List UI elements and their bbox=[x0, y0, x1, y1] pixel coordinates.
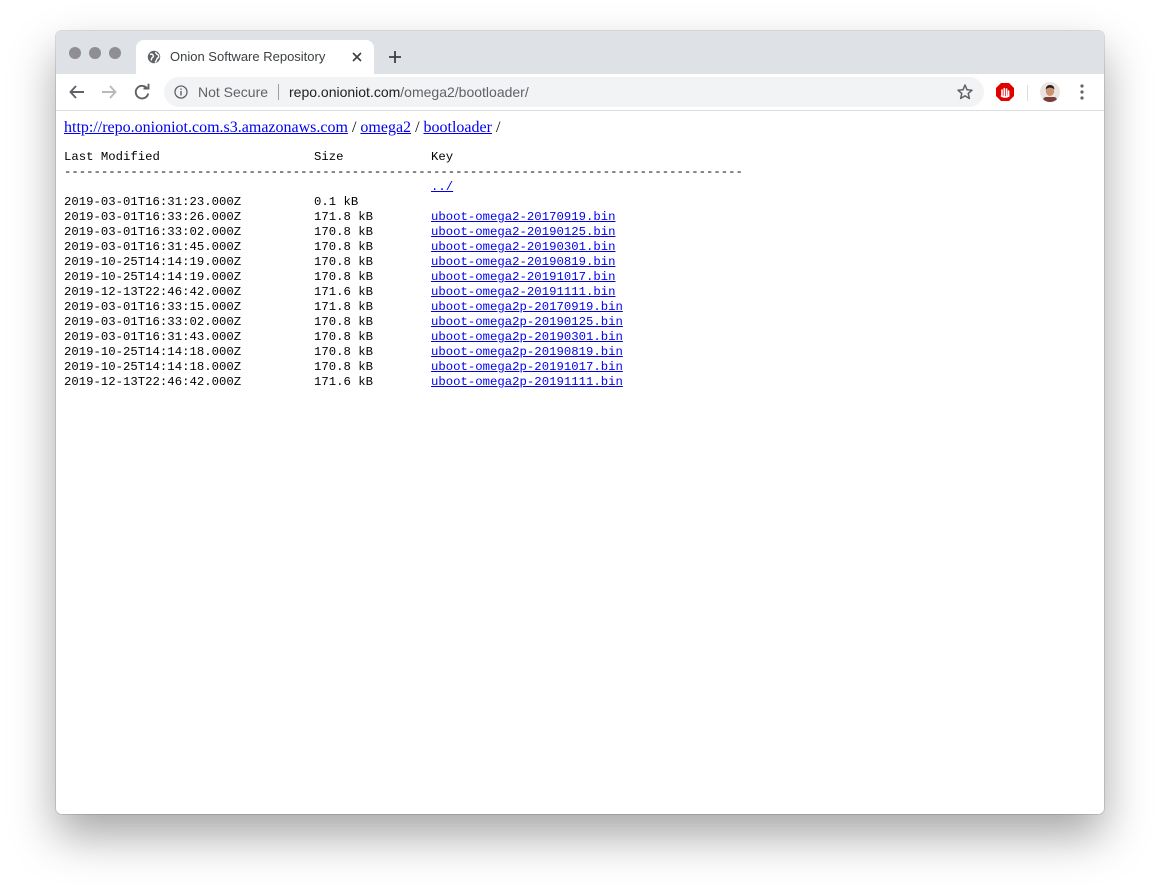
file-row: 2019-03-01T16:33:26.000Z 171.8 kB uboot-om… bbox=[64, 210, 790, 225]
security-status[interactable]: Not Secure bbox=[198, 84, 268, 100]
file-link[interactable]: uboot-omega2p-20170919.bin bbox=[431, 300, 623, 314]
file-size: 171.8 kB bbox=[314, 300, 374, 314]
file-last-modified: 2019-12-13T22:46:42.000Z bbox=[64, 375, 242, 389]
kebab-menu-icon[interactable] bbox=[1076, 83, 1088, 101]
listing-header-row: Last Modified Size Key bbox=[64, 150, 790, 165]
url-text[interactable]: repo.onioniot.com/omega2/bootloader/ bbox=[289, 84, 529, 100]
minimize-window-button[interactable] bbox=[89, 47, 101, 59]
file-link[interactable]: uboot-omega2p-20191017.bin bbox=[431, 360, 623, 374]
file-row: 2019-03-01T16:33:02.000Z 170.8 kB uboot-om… bbox=[64, 315, 790, 330]
file-size: 170.8 kB bbox=[314, 330, 374, 344]
zoom-window-button[interactable] bbox=[109, 47, 121, 59]
file-row: 2019-03-01T16:31:43.000Z 170.8 kB uboot-om… bbox=[64, 330, 790, 345]
file-link[interactable]: uboot-omega2p-20190819.bin bbox=[431, 345, 623, 359]
url-path: /omega2/bootloader/ bbox=[400, 84, 529, 100]
url-host: repo.onioniot.com bbox=[289, 84, 401, 100]
breadcrumb-separator: / bbox=[491, 119, 501, 136]
browser-toolbar: Not Secure repo.onioniot.com/omega2/boot… bbox=[56, 74, 1104, 111]
parent-directory-link[interactable]: ../ bbox=[431, 180, 453, 194]
file-last-modified: 2019-03-01T16:33:15.000Z bbox=[64, 300, 242, 314]
file-listing: Last Modified Size Key --------------------… bbox=[64, 150, 790, 390]
adblock-stop-icon[interactable] bbox=[995, 82, 1015, 102]
header-key: Key bbox=[431, 150, 454, 164]
tab-active[interactable]: Onion Software Repository bbox=[136, 40, 374, 74]
header-last-modified: Last Modified bbox=[64, 150, 160, 164]
file-link[interactable]: uboot-omega2-20191017.bin bbox=[431, 270, 615, 284]
file-link[interactable]: uboot-omega2-20170919.bin bbox=[431, 210, 615, 224]
file-link[interactable]: uboot-omega2p-20190301.bin bbox=[431, 330, 623, 344]
file-link[interactable]: uboot-omega2-20191111.bin bbox=[431, 285, 615, 299]
file-row: 2019-03-01T16:31:45.000Z 170.8 kB uboot-om… bbox=[64, 240, 790, 255]
toolbar-divider bbox=[1027, 85, 1028, 101]
parent-directory-row: ../ bbox=[64, 180, 790, 195]
close-icon[interactable] bbox=[350, 50, 364, 64]
breadcrumb: http://repo.onioniot.com.s3.amazonaws.co… bbox=[64, 119, 500, 137]
page-content: http://repo.onioniot.com.s3.amazonaws.co… bbox=[56, 111, 1104, 814]
globe-icon bbox=[147, 50, 161, 64]
file-row: 2019-12-13T22:46:42.000Z 171.6 kB uboot-om… bbox=[64, 285, 790, 300]
file-last-modified: 2019-12-13T22:46:42.000Z bbox=[64, 285, 242, 299]
file-link[interactable]: uboot-omega2p-20191111.bin bbox=[431, 375, 623, 389]
file-row: 2019-10-25T14:14:19.000Z 170.8 kB uboot-om… bbox=[64, 255, 790, 270]
file-row: 2019-03-01T16:33:02.000Z 170.8 kB uboot-om… bbox=[64, 225, 790, 240]
omnibox-divider bbox=[278, 84, 279, 100]
file-last-modified: 2019-10-25T14:14:19.000Z bbox=[64, 255, 242, 269]
file-row: 2019-03-01T16:31:23.000Z 0.1 kB bbox=[64, 195, 790, 210]
breadcrumb-link-root[interactable]: http://repo.onioniot.com.s3.amazonaws.co… bbox=[64, 119, 348, 136]
tab-title: Onion Software Repository bbox=[170, 49, 326, 64]
star-icon[interactable] bbox=[956, 83, 974, 101]
file-row: 2019-10-25T14:14:18.000Z 170.8 kB uboot-om… bbox=[64, 345, 790, 360]
info-icon[interactable] bbox=[174, 85, 188, 99]
file-size: 170.8 kB bbox=[314, 360, 374, 374]
file-size: 170.8 kB bbox=[314, 345, 374, 359]
header-size: Size bbox=[314, 150, 344, 164]
browser-window: Onion Software Repository Not Secure rep… bbox=[56, 31, 1104, 814]
file-row: 2019-03-01T16:33:15.000Z 171.8 kB uboot-om… bbox=[64, 300, 790, 315]
file-last-modified: 2019-10-25T14:14:18.000Z bbox=[64, 345, 242, 359]
file-last-modified: 2019-03-01T16:33:02.000Z bbox=[64, 315, 242, 329]
file-link[interactable]: uboot-omega2-20190819.bin bbox=[431, 255, 615, 269]
profile-avatar[interactable] bbox=[1040, 82, 1060, 102]
close-window-button[interactable] bbox=[69, 47, 81, 59]
file-row: 2019-10-25T14:14:19.000Z 170.8 kB uboot-om… bbox=[64, 270, 790, 285]
back-arrow-icon[interactable] bbox=[68, 83, 86, 101]
file-last-modified: 2019-03-01T16:33:02.000Z bbox=[64, 225, 242, 239]
file-size: 170.8 kB bbox=[314, 240, 374, 254]
file-last-modified: 2019-03-01T16:31:23.000Z bbox=[64, 195, 242, 209]
file-size: 171.8 kB bbox=[314, 210, 374, 224]
file-link[interactable]: uboot-omega2p-20190125.bin bbox=[431, 315, 623, 329]
forward-arrow-icon[interactable] bbox=[100, 83, 118, 101]
plus-icon[interactable] bbox=[387, 49, 403, 65]
file-size: 170.8 kB bbox=[314, 315, 374, 329]
file-link[interactable]: uboot-omega2-20190125.bin bbox=[431, 225, 615, 239]
tab-strip: Onion Software Repository bbox=[56, 31, 1104, 74]
file-last-modified: 2019-03-01T16:31:43.000Z bbox=[64, 330, 242, 344]
file-last-modified: 2019-10-25T14:14:18.000Z bbox=[64, 360, 242, 374]
file-row: 2019-10-25T14:14:18.000Z 170.8 kB uboot-om… bbox=[64, 360, 790, 375]
breadcrumb-link-omega2[interactable]: omega2 bbox=[360, 119, 411, 136]
file-size: 170.8 kB bbox=[314, 255, 374, 269]
file-row: 2019-12-13T22:46:42.000Z 171.6 kB uboot-om… bbox=[64, 375, 790, 390]
address-bar[interactable]: Not Secure repo.onioniot.com/omega2/boot… bbox=[164, 77, 984, 107]
file-size: 170.8 kB bbox=[314, 225, 374, 239]
file-last-modified: 2019-03-01T16:33:26.000Z bbox=[64, 210, 242, 224]
listing-rows: 2019-03-01T16:31:23.000Z 0.1 kB 2019-03-01… bbox=[64, 195, 790, 390]
listing-divider: ----------------------------------------… bbox=[64, 165, 743, 179]
file-size: 170.8 kB bbox=[314, 270, 374, 284]
file-last-modified: 2019-03-01T16:31:45.000Z bbox=[64, 240, 242, 254]
breadcrumb-separator: / bbox=[411, 119, 424, 136]
avatar-image bbox=[1040, 82, 1060, 102]
breadcrumb-separator: / bbox=[347, 119, 361, 136]
file-last-modified: 2019-10-25T14:14:19.000Z bbox=[64, 270, 242, 284]
file-size: 171.6 kB bbox=[314, 285, 374, 299]
breadcrumb-link-bootloader[interactable]: bootloader bbox=[424, 119, 492, 136]
file-link[interactable]: uboot-omega2-20190301.bin bbox=[431, 240, 615, 254]
reload-icon[interactable] bbox=[133, 83, 151, 101]
file-size: 0.1 kB bbox=[314, 195, 359, 209]
file-size: 171.6 kB bbox=[314, 375, 374, 389]
